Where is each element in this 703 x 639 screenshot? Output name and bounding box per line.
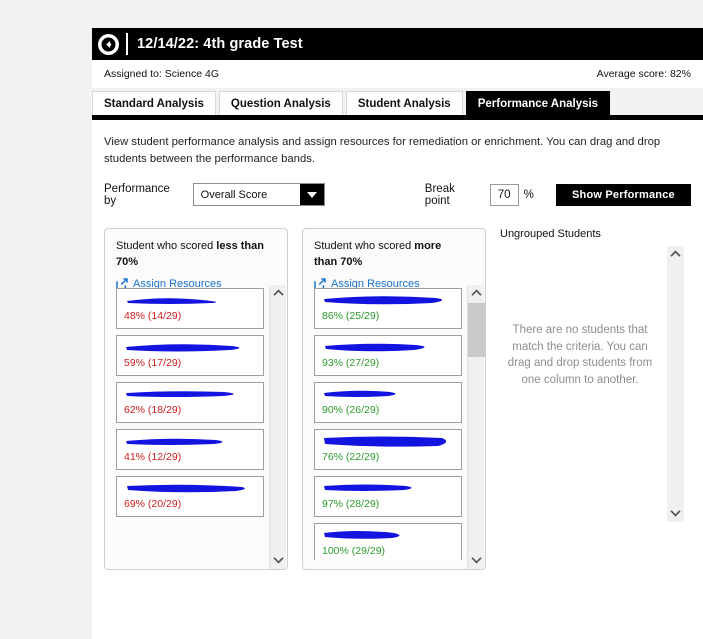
break-point-unit: %	[523, 188, 534, 201]
assigned-to-label: Assigned to: Science 4G	[104, 68, 219, 80]
student-card[interactable]: 41% (12/29)	[116, 428, 264, 470]
tab-question-analysis[interactable]: Question Analysis	[218, 91, 343, 115]
student-card-list-less-than: 48% (14/29) 59% (17/29) 62% (18/29) 41% …	[116, 287, 264, 560]
meta-bar: Assigned to: Science 4G Average score: 8…	[92, 60, 703, 88]
scrollbar-ungrouped[interactable]	[667, 245, 684, 522]
student-card[interactable]: 100% (29/29)	[314, 522, 462, 560]
student-card[interactable]: 76% (22/29)	[314, 428, 462, 470]
performance-by-label: Performance by	[104, 182, 170, 207]
back-arrow-circle-icon	[101, 37, 116, 51]
band-more-than: Student who scored more than 70% Assign …	[302, 227, 486, 570]
ungrouped-students-panel: Ungrouped Students There are no students…	[500, 228, 690, 570]
controls-row: Performance by Overall Score Break point…	[104, 182, 691, 208]
student-card[interactable]: 59% (17/29)	[116, 334, 264, 376]
page-title: 12/14/22: 4th grade Test	[137, 36, 303, 52]
student-name-redacted	[124, 483, 256, 496]
tab-performance-analysis[interactable]: Performance Analysis	[465, 91, 611, 115]
student-name-redacted	[322, 389, 454, 402]
performance-by-value: Overall Score	[200, 188, 268, 201]
scrollbar-more-than[interactable]	[467, 284, 485, 569]
band-title: Student who scored less than 70%	[116, 239, 266, 271]
ungrouped-empty-message: There are no students that match the cri…	[507, 323, 653, 386]
scroll-up-arrow-icon[interactable]	[667, 246, 684, 263]
scroll-down-arrow-icon[interactable]	[270, 552, 287, 569]
student-name-redacted	[124, 342, 256, 355]
performance-bands: Student who scored less than 70% Assign …	[104, 227, 691, 570]
student-name-redacted	[124, 295, 256, 308]
scrollbar-less-than[interactable]	[269, 284, 287, 569]
break-point-label: Break point	[424, 182, 455, 207]
student-score: 48% (14/29)	[124, 309, 182, 322]
student-score: 76% (22/29)	[322, 450, 380, 463]
student-card-list-more-than: 86% (25/29) 93% (27/29) 90% (26/29) 76% …	[314, 287, 462, 560]
performance-by-select[interactable]: Overall Score	[192, 183, 325, 207]
scroll-up-arrow-icon[interactable]	[270, 285, 287, 302]
scroll-down-arrow-icon[interactable]	[468, 552, 485, 569]
content-panel: View student performance analysis and as…	[92, 120, 703, 639]
student-name-redacted	[124, 389, 256, 402]
page-description: View student performance analysis and as…	[104, 136, 661, 165]
student-score: 86% (25/29)	[322, 309, 380, 322]
title-divider	[126, 33, 128, 55]
show-performance-button[interactable]: Show Performance	[555, 183, 691, 206]
scroll-up-arrow-icon[interactable]	[468, 285, 485, 302]
student-score: 41% (12/29)	[124, 450, 182, 463]
student-card[interactable]: 62% (18/29)	[116, 381, 264, 423]
student-score: 100% (29/29)	[322, 544, 386, 557]
band-title-prefix: Student who scored	[314, 239, 415, 252]
scroll-down-arrow-icon[interactable]	[667, 505, 684, 522]
scrollbar-thumb[interactable]	[468, 302, 485, 357]
band-less-than: Student who scored less than 70% Assign …	[104, 227, 288, 570]
tab-standard-analysis[interactable]: Standard Analysis	[92, 91, 216, 115]
student-card[interactable]: 48% (14/29)	[116, 287, 264, 329]
tab-student-analysis[interactable]: Student Analysis	[345, 91, 463, 115]
performance-analysis-page: 12/14/22: 4th grade Test Assigned to: Sc…	[92, 28, 703, 639]
student-score: 62% (18/29)	[124, 403, 182, 416]
band-title: Student who scored more than 70%	[314, 239, 464, 271]
student-card[interactable]: 86% (25/29)	[314, 287, 462, 329]
student-card[interactable]: 97% (28/29)	[314, 475, 462, 517]
student-card[interactable]: 69% (20/29)	[116, 475, 264, 517]
student-name-redacted	[322, 436, 454, 449]
student-card[interactable]: 90% (26/29)	[314, 381, 462, 423]
ungrouped-students-title: Ungrouped Students	[500, 227, 601, 240]
student-score: 90% (26/29)	[322, 403, 380, 416]
student-name-redacted	[322, 342, 454, 355]
student-score: 69% (20/29)	[124, 497, 182, 510]
student-card[interactable]: 93% (27/29)	[314, 334, 462, 376]
average-score-label: Average score: 82%	[596, 68, 691, 80]
student-name-redacted	[322, 530, 454, 543]
student-name-redacted	[322, 483, 454, 496]
chevron-down-icon	[299, 184, 324, 206]
student-score: 59% (17/29)	[124, 356, 182, 369]
student-name-redacted	[124, 436, 256, 449]
student-name-redacted	[322, 295, 454, 308]
title-bar: 12/14/22: 4th grade Test	[92, 28, 703, 60]
band-title-prefix: Student who scored	[116, 239, 217, 252]
back-button[interactable]	[98, 33, 119, 55]
break-point-input[interactable]	[489, 183, 519, 206]
student-score: 97% (28/29)	[322, 497, 380, 510]
tab-bar: Standard Analysis Question Analysis Stud…	[92, 88, 703, 115]
ungrouped-drop-zone[interactable]: There are no students that match the cri…	[500, 246, 690, 522]
student-score: 93% (27/29)	[322, 356, 380, 369]
